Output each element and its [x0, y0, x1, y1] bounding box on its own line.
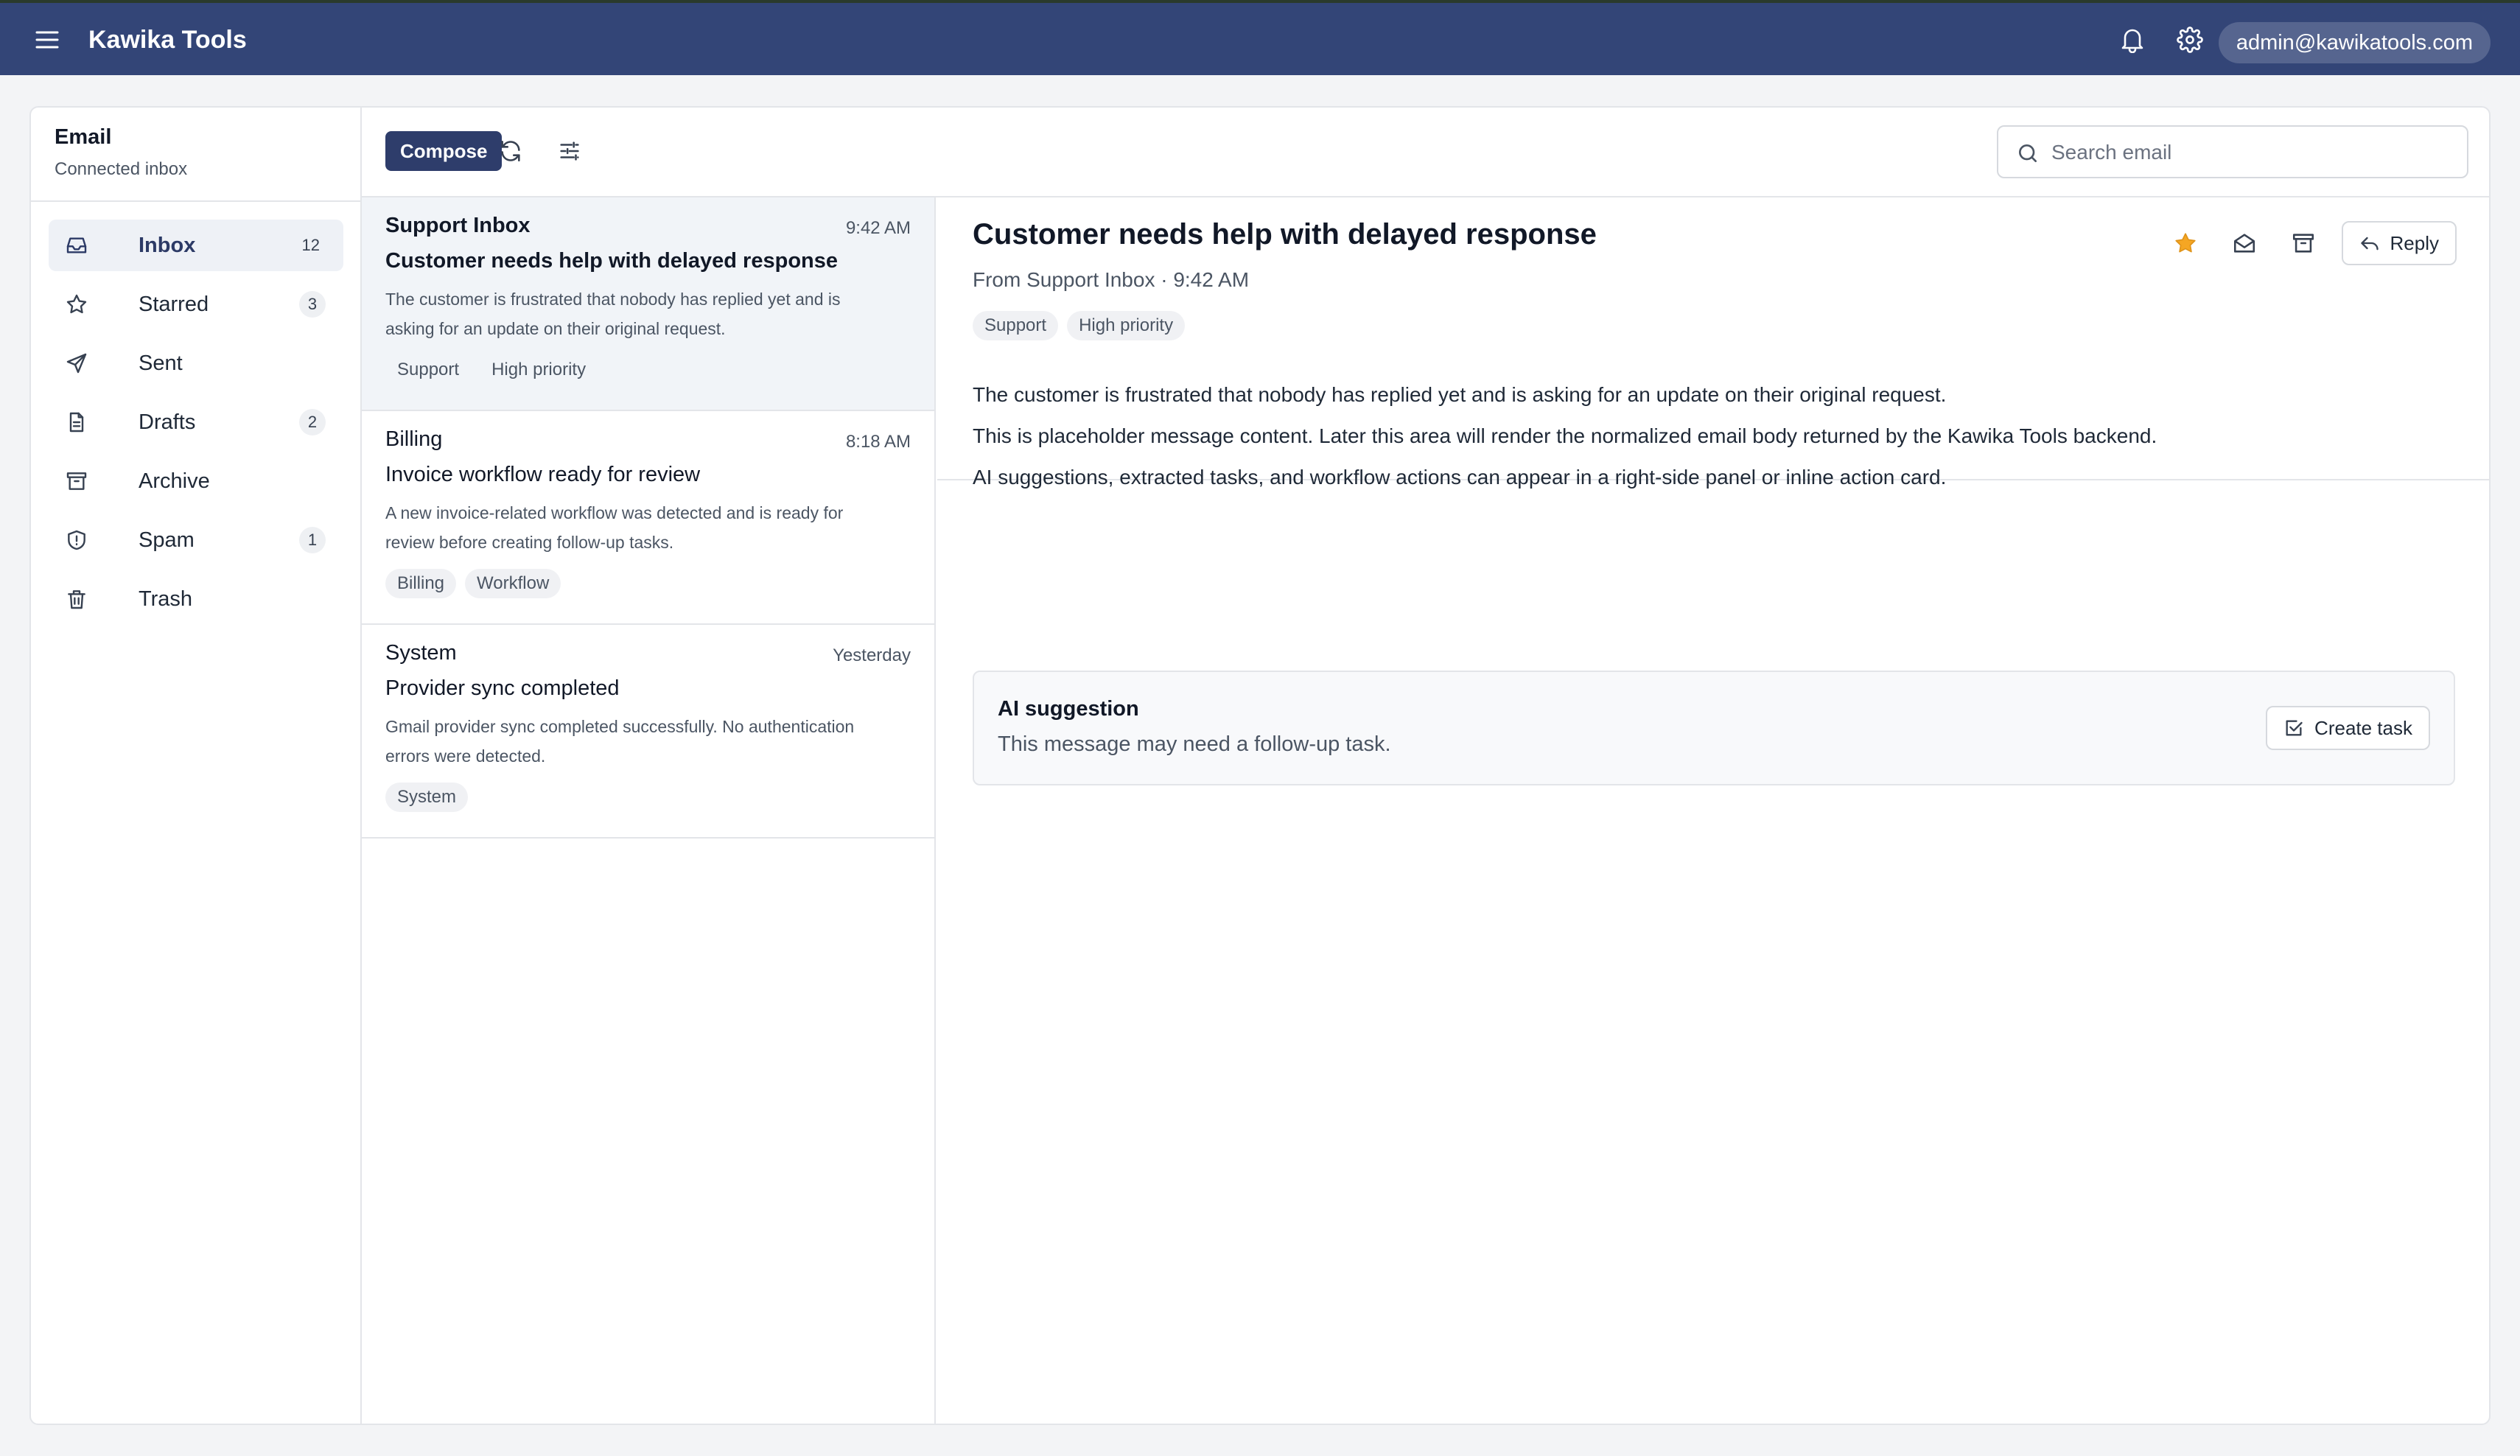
- top-bar: Kawika Tools admin@kawikatools.com: [0, 0, 2520, 75]
- reader-subject: Customer needs help with delayed respons…: [973, 218, 1597, 251]
- message-item[interactable]: System Yesterday Provider sync completed…: [362, 625, 934, 839]
- sidebar-item-trash[interactable]: Trash: [49, 573, 343, 625]
- sidebar-item-label: Inbox: [139, 233, 196, 257]
- sidebar-title: Email: [55, 125, 112, 149]
- message-time: 8:18 AM: [845, 432, 911, 452]
- message-item[interactable]: Billing 8:18 AM Invoice workflow ready f…: [362, 411, 934, 625]
- message-reader: Customer needs help with delayed respons…: [937, 197, 2489, 1424]
- filter-sliders-icon[interactable]: [555, 136, 584, 166]
- folder-nav: Inbox 12 Starred 3 Sent Drafts 2 Archive…: [49, 220, 343, 632]
- email-app-card: Email Connected inbox Inbox 12 Starred 3: [29, 106, 2491, 1425]
- count-badge: 2: [299, 409, 326, 435]
- sidebar-item-label: Sent: [139, 351, 183, 375]
- checkbox-icon: [2286, 720, 2303, 736]
- sidebar-item-label: Drafts: [139, 410, 196, 434]
- reader-tags: Support High priority: [973, 311, 1186, 340]
- message-body: The customer is frustrated that nobody h…: [973, 374, 2446, 498]
- tag-chip: Billing: [385, 569, 457, 598]
- ai-suggestion-title: AI suggestion: [998, 697, 1139, 721]
- inbox-icon: [65, 234, 88, 257]
- mail-sidebar: Email Connected inbox Inbox 12 Starred 3: [31, 108, 362, 1424]
- message-tags: Billing Workflow: [385, 569, 561, 598]
- message-preview: The customer is frustrated that nobody h…: [385, 290, 841, 338]
- user-account-button[interactable]: admin@kawikatools.com: [2218, 22, 2491, 63]
- reader-meta: From Support Inbox · 9:42 AM: [973, 268, 1250, 291]
- star-icon: [65, 293, 88, 316]
- create-task-label: Create task: [2314, 716, 2412, 739]
- trash-icon: [65, 587, 88, 611]
- message-list: Support Inbox 9:42 AM Customer needs hel…: [362, 197, 936, 1424]
- reply-arrow-icon: [2360, 237, 2379, 251]
- tag-chip: System: [385, 783, 469, 812]
- reader-actions: Reply: [2165, 221, 2457, 265]
- count-badge: 1: [299, 527, 326, 553]
- count-badge: 3: [299, 291, 326, 318]
- unread-count-badge: 12: [301, 236, 320, 254]
- sidebar-item-label: Spam: [139, 528, 195, 552]
- ai-suggestion-text: This message may need a follow-up task.: [998, 732, 1391, 756]
- sidebar-item-label: Trash: [139, 587, 193, 611]
- sidebar-item-label: Starred: [139, 292, 209, 316]
- message-subject: Customer needs help with delayed respons…: [385, 249, 838, 273]
- sidebar-item-archive[interactable]: Archive: [49, 455, 343, 507]
- message-preview: Gmail provider sync completed successful…: [385, 717, 855, 766]
- search-input[interactable]: [2051, 134, 2449, 171]
- ai-suggestion-card: AI suggestion This message may need a fo…: [973, 671, 2455, 785]
- sidebar-item-spam[interactable]: Spam 1: [49, 514, 343, 566]
- message-preview: A new invoice-related workflow was detec…: [385, 503, 844, 552]
- message-sender: Support Inbox: [385, 214, 531, 237]
- message-time: Yesterday: [833, 645, 911, 665]
- search-icon: [2016, 141, 2040, 165]
- message-time: 9:42 AM: [845, 218, 911, 238]
- sidebar-item-starred[interactable]: Starred 3: [49, 279, 343, 330]
- compose-button[interactable]: Compose: [385, 131, 503, 171]
- message-item[interactable]: Support Inbox 9:42 AM Customer needs hel…: [362, 197, 934, 411]
- mark-read-icon[interactable]: [2224, 223, 2265, 264]
- reply-button[interactable]: Reply: [2341, 221, 2457, 265]
- gear-icon[interactable]: [2175, 25, 2205, 55]
- message-tags: System: [385, 783, 469, 812]
- tag-chip: Support: [397, 360, 460, 379]
- body-paragraph: This is placeholder message content. Lat…: [973, 424, 2157, 447]
- draft-icon: [65, 410, 88, 434]
- archive-icon: [65, 469, 88, 493]
- message-subject: Provider sync completed: [385, 676, 620, 700]
- archive-icon[interactable]: [2283, 223, 2324, 264]
- sidebar-item-inbox[interactable]: Inbox 12: [49, 220, 343, 271]
- send-icon: [65, 351, 88, 375]
- app-title: Kawika Tools: [88, 26, 247, 54]
- tag-chip: Support: [973, 311, 1059, 340]
- sidebar-item-sent[interactable]: Sent: [49, 337, 343, 389]
- hamburger-menu-icon[interactable]: [32, 25, 62, 55]
- shield-icon: [65, 528, 88, 552]
- reply-label: Reply: [2390, 231, 2439, 254]
- sidebar-item-drafts[interactable]: Drafts 2: [49, 396, 343, 448]
- search-field[interactable]: [1997, 125, 2468, 178]
- star-toggle-icon[interactable]: [2165, 223, 2206, 264]
- bell-icon[interactable]: [2118, 25, 2147, 55]
- body-paragraph: AI suggestions, extracted tasks, and wor…: [973, 466, 1947, 489]
- sidebar-item-label: Archive: [139, 469, 210, 493]
- tag-chip: High priority: [491, 360, 587, 379]
- message-subject: Invoice workflow ready for review: [385, 463, 701, 486]
- body-paragraph: The customer is frustrated that nobody h…: [973, 383, 1947, 406]
- refresh-icon[interactable]: [496, 136, 525, 166]
- sidebar-header: Email Connected inbox: [31, 108, 362, 202]
- sidebar-subtitle: Connected inbox: [55, 159, 188, 179]
- message-tags: Support High priority: [385, 355, 598, 385]
- tag-chip: Workflow: [465, 569, 561, 598]
- mail-toolbar: Compose: [362, 108, 2489, 197]
- message-sender: Billing: [385, 427, 443, 451]
- create-task-button[interactable]: Create task: [2266, 706, 2430, 750]
- message-sender: System: [385, 641, 457, 665]
- tag-chip: High priority: [1067, 311, 1186, 340]
